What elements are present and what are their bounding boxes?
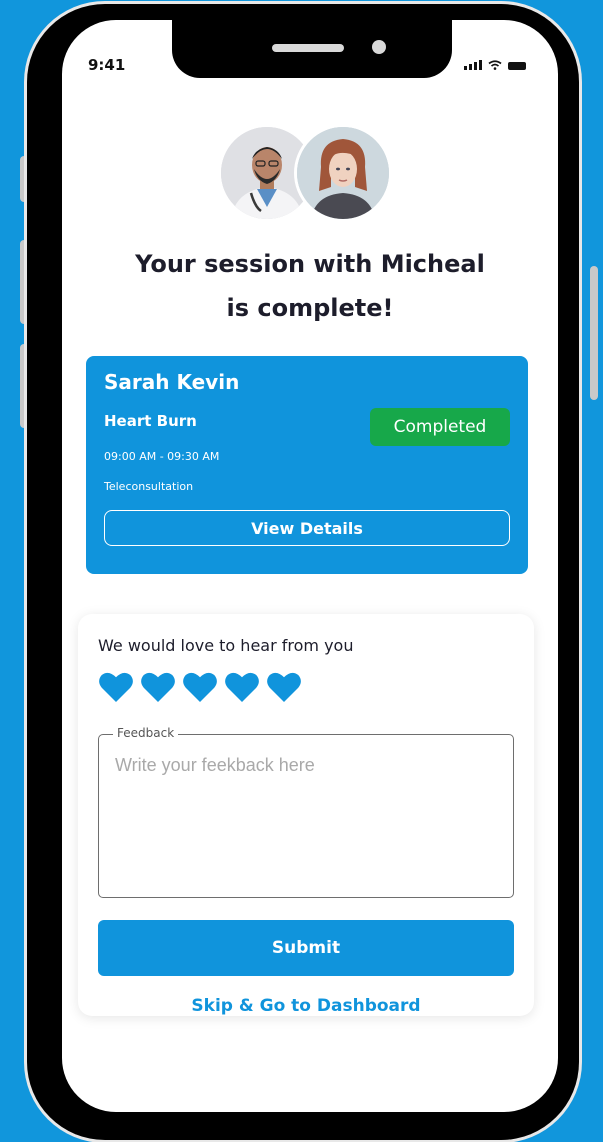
session-type: Teleconsultation: [104, 480, 194, 493]
status-badge: Completed: [370, 408, 510, 446]
session-card: Sarah Kevin Heart Burn Completed 09:00 A…: [86, 356, 528, 574]
feedback-card: We would love to hear from you Feedback …: [78, 614, 534, 1016]
heart-icon[interactable]: [98, 670, 134, 704]
camera: [372, 40, 386, 54]
wifi-icon: [488, 60, 502, 70]
feedback-field-label: Feedback: [113, 726, 179, 740]
feedback-input[interactable]: [115, 755, 495, 885]
heart-icon[interactable]: [266, 670, 302, 704]
patient-name: Sarah Kevin: [104, 370, 240, 394]
speaker: [272, 44, 344, 52]
power-button: [590, 266, 598, 400]
heart-icon[interactable]: [182, 670, 218, 704]
feedback-question: We would love to hear from you: [98, 636, 354, 655]
participants-avatars: [218, 124, 398, 224]
heart-icon[interactable]: [140, 670, 176, 704]
feedback-field: Feedback: [98, 726, 514, 898]
phone-screen: 9:41 Your session with Micheal is comple…: [62, 20, 558, 1112]
battery-icon: [508, 62, 526, 70]
view-details-button[interactable]: View Details: [104, 510, 510, 546]
heart-icon[interactable]: [224, 670, 260, 704]
skip-to-dashboard-link[interactable]: Skip & Go to Dashboard: [78, 996, 534, 1016]
status-time: 9:41: [88, 56, 126, 74]
page-title-line1: Your session with Micheal: [135, 250, 485, 278]
signal-icon: [464, 60, 482, 70]
status-icons: [464, 60, 526, 70]
page-title-line2: is complete!: [226, 294, 394, 322]
submit-button[interactable]: Submit: [98, 920, 514, 976]
patient-avatar: [294, 124, 392, 222]
notch: [172, 20, 452, 78]
session-time: 09:00 AM - 09:30 AM: [104, 450, 220, 463]
heart-rating: [98, 670, 302, 704]
session-reason: Heart Burn: [104, 412, 197, 430]
